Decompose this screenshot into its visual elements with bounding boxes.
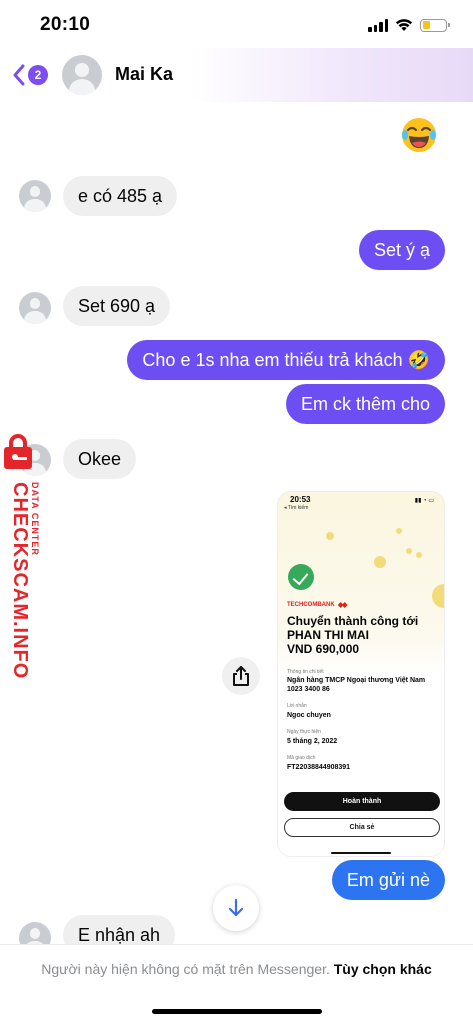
status-time: 20:10 [40,14,91,35]
unavailable-notice: Người này hiện không có mặt trên Messeng… [0,961,473,977]
composer-notice: Người này hiện không có mặt trên Messeng… [0,944,473,1024]
unread-badge: 2 [28,65,48,85]
share-icon [233,666,249,686]
date-value: 5 tháng 2, 2022 [287,738,338,745]
contact-avatar[interactable] [62,55,102,95]
receipt-title: Chuyển thành công tới PHAN THI MAI [287,614,419,642]
chat-header: 2 Mai Ka [0,48,473,102]
sender-avatar[interactable] [19,180,51,212]
detail-label: Thông tin chi tiết [287,669,324,675]
message-label: Lời nhắn [287,703,307,709]
status-icons [368,16,450,34]
wifi-icon [395,19,413,31]
success-check-icon [288,564,314,590]
home-indicator[interactable] [152,1009,322,1014]
message-value: Ngoc chuyen [287,712,331,719]
receipt-done-button: Hoàn thành [284,792,440,811]
receipt-back-label: ◂ Tìm kiếm [284,505,309,511]
receipt-amount: VND 690,000 [287,642,360,656]
receipt-image-attachment[interactable]: 20:53 ▮▮ ◔ ▭ ◂ Tìm kiếm TECHCOMBANK Chuy… [277,491,445,857]
techcombank-logo-icon [337,602,348,608]
back-chevron-icon [13,64,25,86]
bank-logo: TECHCOMBANK [287,602,348,608]
watermark-text: CHECKSCAM.INFO [9,482,31,680]
message-bubble-incoming[interactable]: Okee [63,439,137,479]
message-bubble-outgoing[interactable]: Em gửi nè [331,860,445,900]
message-bubble-outgoing[interactable]: Set ý ạ [358,230,445,270]
receipt-home-indicator [331,852,391,854]
detail-value: Ngân hàng TMCP Ngoại thương Việt Nam 102… [287,677,426,693]
message-bubble-outgoing[interactable]: Cho e 1s nha em thiếu trả khách 🤣 [127,340,445,380]
watermark: CHECKSCAM.INFO DATA CENTER [0,434,44,679]
message-bubble-incoming[interactable]: Set 690 ạ [63,286,171,326]
arrow-down-icon [228,898,244,917]
transaction-label: Mã giao dịch [287,755,316,761]
message-bubble-outgoing[interactable]: Em ck thêm cho [285,384,445,424]
more-options-link[interactable]: Tùy chọn khác [334,961,432,977]
scroll-to-bottom-button[interactable] [213,885,259,931]
transaction-value: FT22038844908391 [287,764,351,771]
sender-avatar[interactable] [19,292,51,324]
receipt-share-button: Chia sẻ [284,818,440,837]
watermark-subtext: DATA CENTER [30,482,40,556]
back-button[interactable]: 2 [12,62,48,88]
share-button[interactable] [222,657,260,695]
receipt-status-time: 20:53 [290,495,311,504]
unavailable-text: Người này hiện không có mặt trên Messeng… [41,961,330,977]
contact-name[interactable]: Mai Ka [115,64,173,85]
message-bubble-incoming[interactable]: e có 485 ạ [63,176,178,216]
receipt-status-icons: ▮▮ ◔ ▭ [414,498,434,504]
signal-icon [368,18,388,32]
bank-name: TECHCOMBANK [287,602,335,608]
date-label: Ngày thực hiện [287,729,321,735]
battery-icon [420,18,450,32]
laughing-emoji-icon [402,118,436,152]
lock-icon [4,434,32,469]
status-bar: 20:10 [0,0,473,50]
